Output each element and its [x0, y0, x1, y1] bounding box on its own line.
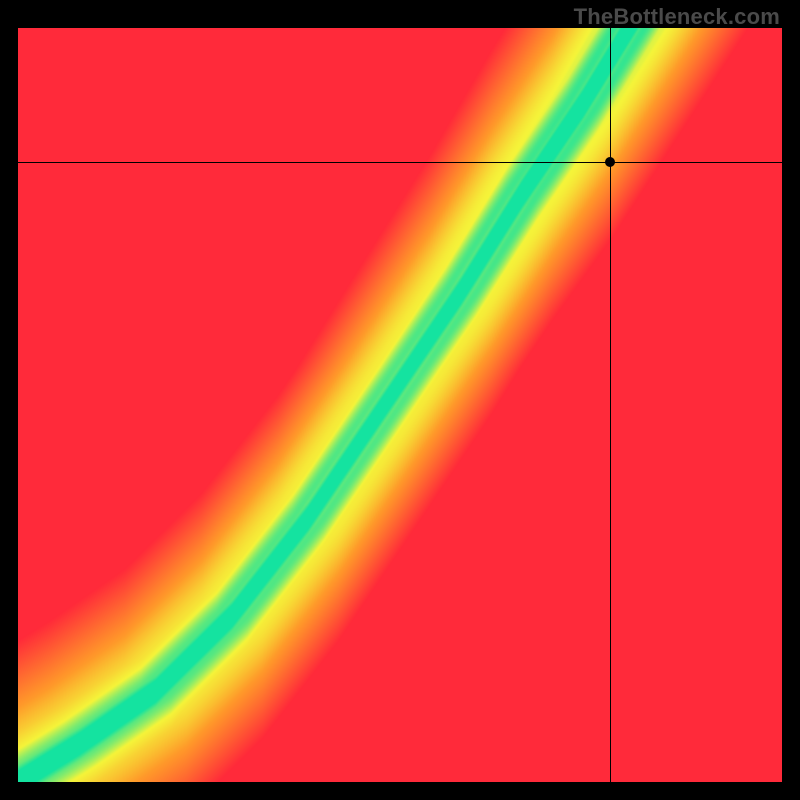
crosshair-horizontal: [18, 162, 782, 163]
watermark: TheBottleneck.com: [574, 4, 780, 30]
heatmap-frame: [18, 28, 782, 782]
bottleneck-heatmap: [18, 28, 782, 782]
crosshair-vertical: [610, 28, 611, 782]
selection-marker: [605, 157, 615, 167]
